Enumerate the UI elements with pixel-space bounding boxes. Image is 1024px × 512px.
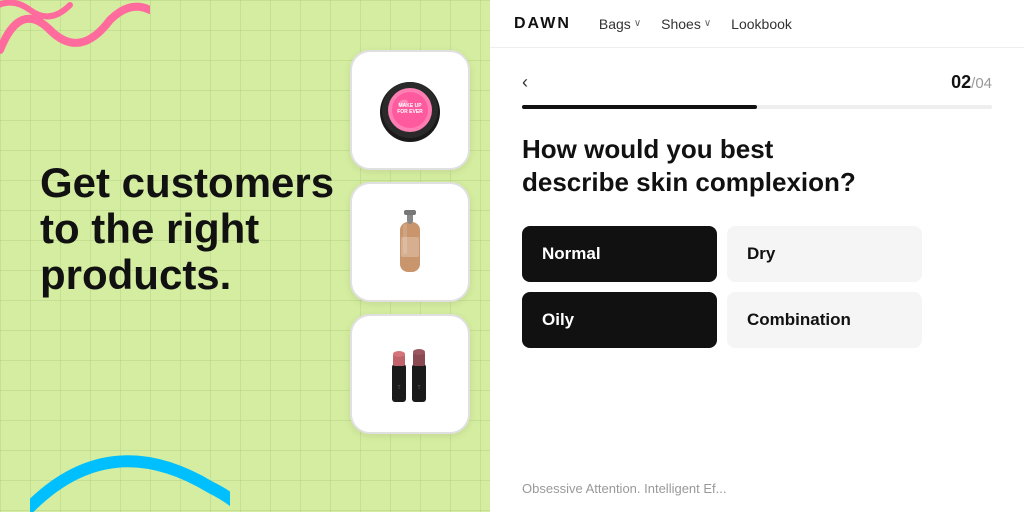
squiggle-top-decoration xyxy=(0,0,150,75)
hero-text: Get customers to the right products. xyxy=(40,160,334,299)
svg-text:T: T xyxy=(417,385,420,391)
options-grid: Normal Dry Oily Combination xyxy=(522,226,922,348)
nav-label-shoes: Shoes xyxy=(661,16,701,32)
bottom-text: Obsessive Attention. Intelligent Ef... xyxy=(522,481,727,496)
option-normal[interactable]: Normal xyxy=(522,226,717,282)
hero-text-content: Get customers to the right products. xyxy=(40,159,334,298)
lipstick-image: T T xyxy=(370,334,450,414)
option-dry[interactable]: Dry xyxy=(727,226,922,282)
option-combination[interactable]: Combination xyxy=(727,292,922,348)
foundation-bottle-image xyxy=(370,202,450,282)
blush-compact-image: MAKE UP FOR EVER xyxy=(370,70,450,150)
svg-text:FOR EVER: FOR EVER xyxy=(397,109,423,115)
progress-bar-fill xyxy=(522,105,757,109)
option-oily-label: Oily xyxy=(542,310,574,329)
nav-brand: DAWN xyxy=(514,15,571,33)
chevron-down-icon-shoes: ∨ xyxy=(704,18,711,29)
back-button[interactable]: ‹ xyxy=(522,72,528,93)
nav-label-bags: Bags xyxy=(599,16,631,32)
navbar: DAWN Bags ∨ Shoes ∨ Lookbook xyxy=(490,0,1024,48)
left-panel: Get customers to the right products. MAK… xyxy=(0,0,490,512)
option-oily[interactable]: Oily xyxy=(522,292,717,348)
chevron-down-icon-bags: ∨ xyxy=(634,18,641,29)
right-panel: DAWN Bags ∨ Shoes ∨ Lookbook ‹ 02/04 How… xyxy=(490,0,1024,512)
products-column: MAKE UP FOR EVER xyxy=(350,50,470,434)
quiz-question: How would you best describe skin complex… xyxy=(522,133,862,198)
svg-text:T: T xyxy=(397,385,400,391)
quiz-nav-row: ‹ 02/04 xyxy=(522,72,992,93)
step-current: 02 xyxy=(951,72,971,92)
nav-item-shoes[interactable]: Shoes ∨ xyxy=(661,16,711,32)
nav-item-bags[interactable]: Bags ∨ xyxy=(599,16,641,32)
step-total: 04 xyxy=(975,75,992,92)
nav-label-lookbook: Lookbook xyxy=(731,16,792,32)
progress-bar xyxy=(522,105,992,109)
option-combination-label: Combination xyxy=(747,310,851,329)
arc-bottom-decoration xyxy=(30,427,230,512)
nav-item-lookbook[interactable]: Lookbook xyxy=(731,16,792,32)
product-card-blush: MAKE UP FOR EVER xyxy=(350,50,470,170)
product-card-lipstick: T T xyxy=(350,314,470,434)
product-card-foundation xyxy=(350,182,470,302)
quiz-content: ‹ 02/04 How would you best describe skin… xyxy=(490,48,1024,512)
step-indicator: 02/04 xyxy=(951,72,992,93)
option-dry-label: Dry xyxy=(747,244,775,263)
option-normal-label: Normal xyxy=(542,244,601,263)
